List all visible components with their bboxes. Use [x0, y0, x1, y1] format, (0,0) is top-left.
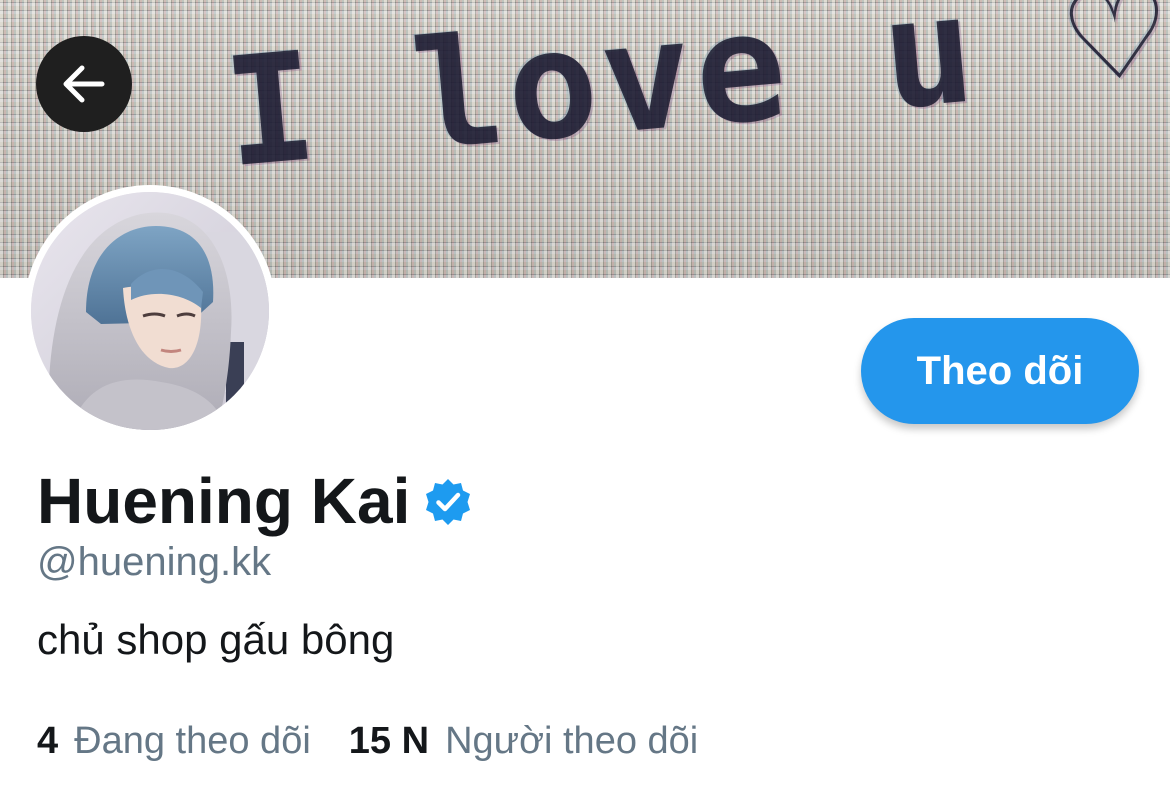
followers-stat[interactable]: 15 N Người theo dõi: [349, 713, 698, 769]
follow-button[interactable]: Theo dõi: [861, 318, 1139, 424]
followers-count: 15 N: [348, 720, 430, 762]
name-row: Huening Kai: [37, 462, 474, 540]
followers-label: Người theo dõi: [445, 720, 699, 762]
verified-badge-icon: [422, 476, 474, 528]
following-stat[interactable]: 4 Đang theo dõi: [37, 713, 311, 769]
handle: @huening.kk: [37, 540, 272, 584]
profile-page: I love u ♡ Theo dõi Huening Kai @huening…: [0, 0, 1170, 785]
bio: chủ shop gấu bông: [37, 616, 395, 663]
display-name: Huening Kai: [37, 465, 411, 537]
avatar-image: [31, 192, 269, 430]
avatar[interactable]: [24, 185, 276, 437]
follow-stats: 4 Đang theo dõi 15 N Người theo dõi: [37, 713, 698, 769]
arrow-left-icon: [58, 58, 110, 110]
following-label: Đang theo dõi: [74, 720, 311, 762]
following-count: 4: [37, 720, 59, 762]
back-button[interactable]: [36, 36, 132, 132]
banner-text: I love u ♡: [218, 0, 1170, 202]
